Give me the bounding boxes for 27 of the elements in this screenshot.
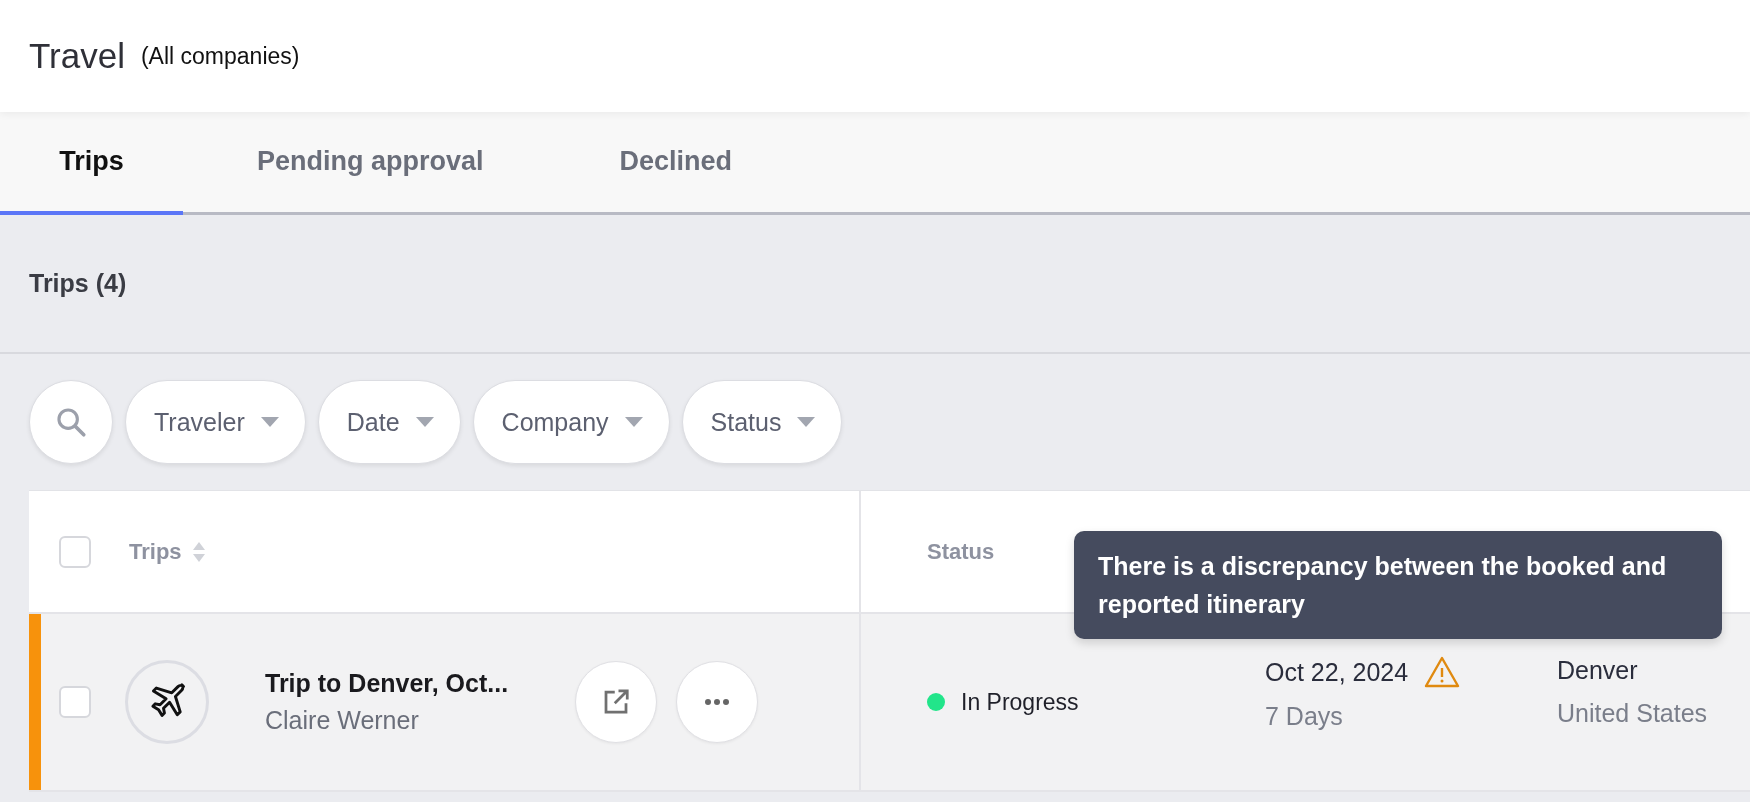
filter-dropdown[interactable]: Date (317, 380, 461, 464)
caret-icon (624, 417, 643, 427)
status-text: In Progress (961, 688, 1079, 716)
trip-title[interactable]: Trip to Denver, Oct... (265, 669, 575, 698)
more-icon (704, 698, 730, 706)
filter-dropdown[interactable]: Company (472, 380, 670, 464)
destination-city: Denver (1557, 656, 1639, 685)
section-title: Trips (4) (29, 269, 127, 298)
caret-icon (797, 417, 816, 427)
tooltip: There is a discrepancy between the booked and reported itinerary (1074, 531, 1722, 639)
tab[interactable]: Pending approval (193, 112, 546, 215)
filter-dropdown[interactable]: Status (681, 380, 843, 464)
destination-country: United States (1557, 699, 1708, 728)
tab[interactable]: Trips (0, 112, 183, 215)
select-all-checkbox[interactable] (59, 535, 91, 568)
tab[interactable]: Declined (555, 112, 795, 215)
warning-icon[interactable] (1424, 656, 1461, 688)
traveler-name: Claire Werner (265, 706, 420, 735)
caret-icon (260, 417, 279, 427)
caret-icon (415, 417, 434, 427)
search-icon (54, 405, 88, 439)
travel-date: Oct 22, 2024 (1265, 657, 1409, 687)
page-title: Travel (29, 36, 125, 76)
row-checkbox[interactable] (59, 686, 91, 718)
filter-dropdown[interactable]: Traveler (125, 380, 306, 464)
trip-duration: 7 Days (1265, 702, 1344, 731)
page-subtitle: (All companies) (140, 42, 300, 70)
